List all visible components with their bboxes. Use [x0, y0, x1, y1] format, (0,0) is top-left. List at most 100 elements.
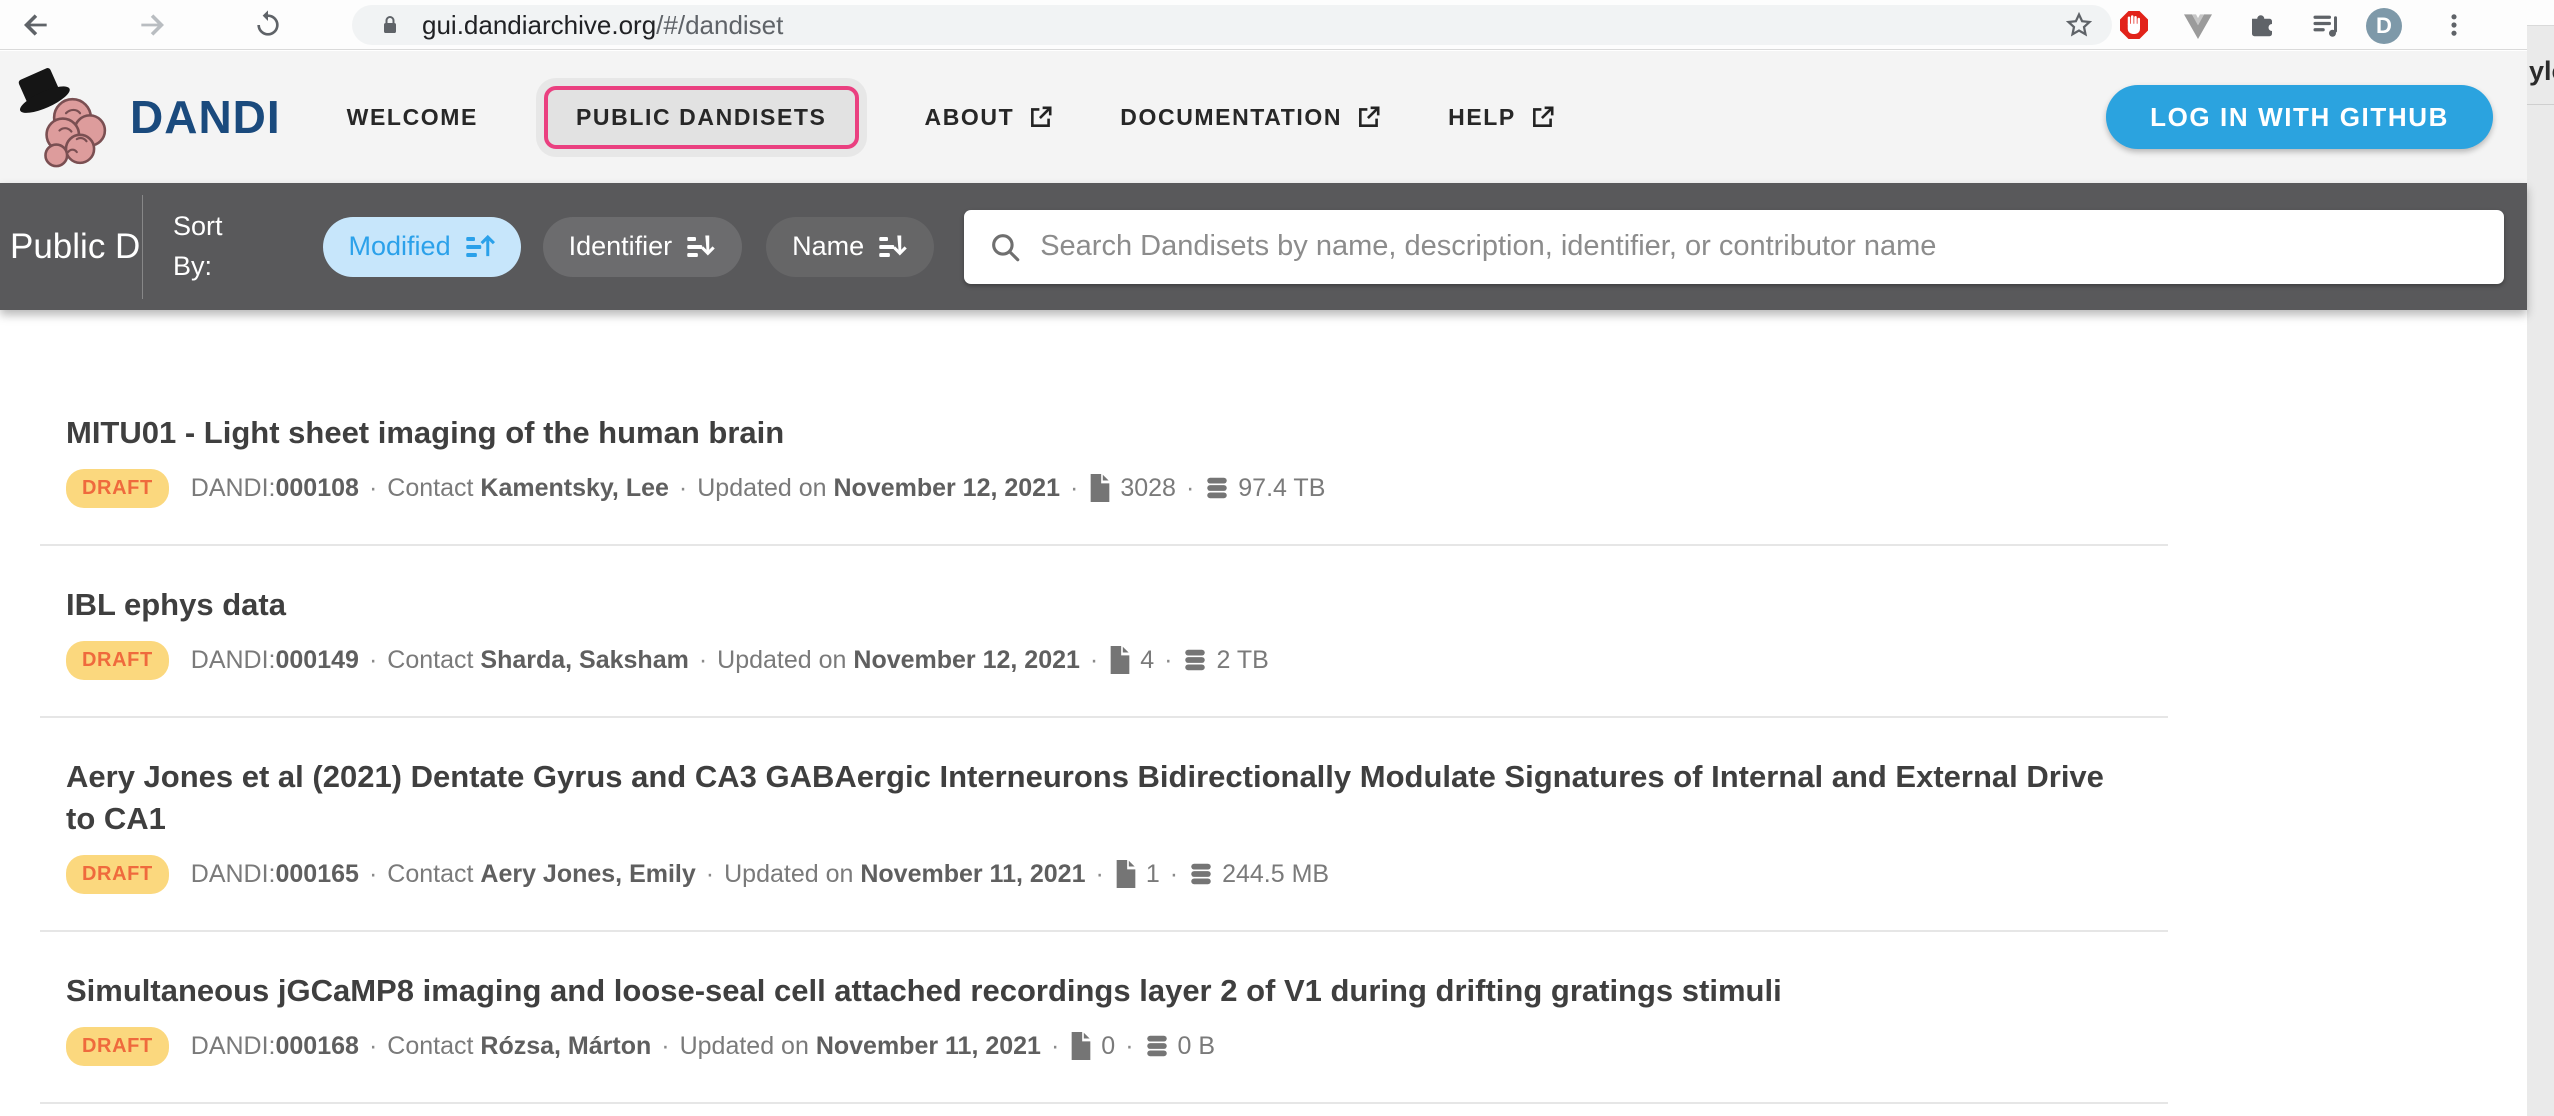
nav-label: DOCUMENTATION — [1120, 104, 1342, 131]
dandiset-title[interactable]: MITU01 - Light sheet imaging of the huma… — [66, 412, 2126, 454]
nav-item-help[interactable]: HELP — [1448, 104, 1556, 131]
kebab-menu-icon — [2440, 11, 2468, 39]
total-size: 244.5 MB — [1222, 860, 1329, 889]
dandiset-list: MITU01 - Light sheet imaging of the huma… — [40, 374, 2168, 1104]
dandiset-list-item: Aery Jones et al (2021) Dentate Gyrus an… — [40, 718, 2168, 932]
search-box — [964, 210, 2504, 284]
url-domain: gui.dandiarchive.org — [422, 10, 656, 40]
browser-menu-button[interactable] — [2436, 7, 2472, 43]
sort-chip-modified[interactable]: Modified — [323, 217, 521, 277]
nav-item-about[interactable]: ABOUT — [925, 104, 1055, 131]
site-header: DANDI WELCOME PUBLIC DANDISETS ABOUT DOC… — [0, 51, 2527, 183]
sort-chip-label: Identifier — [569, 231, 673, 262]
updated: Updated on November 11, 2021 — [680, 1032, 1041, 1061]
total-size: 97.4 TB — [1238, 474, 1325, 503]
contact: Contact Kamentsky, Lee — [387, 474, 669, 503]
separator-dot: · — [1051, 1032, 1059, 1061]
playlist-extension-button[interactable] — [2308, 7, 2344, 43]
adblock-stop-hand-icon — [2119, 10, 2149, 40]
sort-descending-icon — [878, 232, 908, 262]
separator-dot: · — [661, 1032, 669, 1061]
dandiset-list-item: MITU01 - Light sheet imaging of the huma… — [40, 374, 2168, 546]
brand-wordmark[interactable]: DANDI — [130, 90, 281, 144]
dandiset-title[interactable]: IBL ephys data — [66, 584, 2126, 626]
separator-dot: · — [369, 474, 377, 503]
file-count: 1 — [1146, 860, 1160, 889]
vue-logo-icon — [2182, 9, 2214, 41]
separator-dot: · — [679, 474, 687, 503]
background-window-top — [2527, 0, 2554, 26]
nav-item-public-dandisets[interactable]: PUBLIC DANDISETS — [544, 86, 859, 149]
sort-chip-identifier[interactable]: Identifier — [543, 217, 743, 277]
separator-dot: · — [369, 1032, 377, 1061]
extensions-button[interactable] — [2244, 7, 2280, 43]
nav-item-welcome[interactable]: WELCOME — [347, 104, 478, 131]
sort-by-label: Sort By: — [173, 207, 223, 285]
sort-chip-name[interactable]: Name — [766, 217, 934, 277]
separator-dot: · — [1125, 1032, 1133, 1061]
dandiset-id: DANDI:000108 — [191, 474, 359, 503]
total-size: 0 B — [1178, 1032, 1216, 1061]
address-bar[interactable]: gui.dandiarchive.org/#/dandiset — [352, 5, 2112, 45]
status-badge: DRAFT — [66, 855, 169, 894]
file-count-icon — [1114, 860, 1138, 888]
separator-dot: · — [1090, 646, 1098, 675]
login-with-github-button[interactable]: LOG IN WITH GITHUB — [2106, 85, 2493, 149]
separator-dot: · — [369, 860, 377, 889]
dandiset-title[interactable]: Simultaneous jGCaMP8 imaging and loose-s… — [66, 970, 2126, 1012]
separator-dot: · — [706, 860, 714, 889]
dandiset-meta: DRAFT DANDI:000108 · Contact Kamentsky, … — [66, 468, 2168, 508]
updated: Updated on November 11, 2021 — [724, 860, 1085, 889]
file-count: 0 — [1101, 1032, 1115, 1061]
file-count-icon — [1088, 474, 1112, 502]
page-title: Public D… — [10, 227, 140, 267]
contact: Contact Rózsa, Márton — [387, 1032, 651, 1061]
dandiset-list-item: Simultaneous jGCaMP8 imaging and loose-s… — [40, 932, 2168, 1104]
dandi-brain-logo — [12, 66, 120, 182]
back-icon — [20, 9, 52, 41]
dandiset-title[interactable]: Aery Jones et al (2021) Dentate Gyrus an… — [66, 756, 2126, 840]
background-window-divider — [2527, 104, 2554, 105]
forward-button[interactable] — [134, 7, 170, 43]
sort-chip-label: Name — [792, 231, 864, 262]
browser-profile-avatar[interactable]: D — [2366, 8, 2402, 44]
file-count: 4 — [1140, 646, 1154, 675]
playlist-music-icon — [2311, 10, 2341, 40]
vue-devtools-extension-button[interactable] — [2180, 7, 2216, 43]
back-button[interactable] — [18, 7, 54, 43]
forward-icon — [136, 9, 168, 41]
adblock-extension-button[interactable] — [2116, 7, 2152, 43]
size-icon — [1204, 475, 1230, 501]
sort-search-bar: Public D… Sort By: Modified Identifier — [0, 183, 2527, 310]
size-icon — [1182, 647, 1208, 673]
screen: ylog gui.dandiarchive.org/#/dandiset — [0, 0, 2554, 1116]
file-count: 3028 — [1120, 474, 1176, 503]
dandiset-meta: DRAFT DANDI:000149 · Contact Sharda, Sak… — [66, 640, 2168, 680]
size-icon — [1144, 1033, 1170, 1059]
reload-button[interactable] — [250, 7, 286, 43]
separator-dot: · — [1186, 474, 1194, 503]
updated: Updated on November 12, 2021 — [717, 646, 1080, 675]
nav-label: PUBLIC DANDISETS — [576, 104, 827, 131]
updated: Updated on November 12, 2021 — [697, 474, 1060, 503]
vertical-divider — [142, 195, 143, 299]
background-window-strip: ylog — [2526, 0, 2554, 1116]
size-icon — [1188, 861, 1214, 887]
separator-dot: · — [1170, 860, 1178, 889]
url-text: gui.dandiarchive.org/#/dandiset — [422, 10, 783, 41]
reload-icon — [252, 9, 284, 41]
browser-toolbar: gui.dandiarchive.org/#/dandiset — [0, 0, 2527, 50]
background-window-clipped-text: ylog — [2529, 56, 2554, 87]
external-link-icon — [1356, 104, 1382, 130]
dandiset-meta: DRAFT DANDI:000168 · Contact Rózsa, Márt… — [66, 1026, 2168, 1066]
puzzle-piece-icon — [2247, 10, 2277, 40]
star-icon — [2064, 10, 2094, 40]
status-badge: DRAFT — [66, 641, 169, 680]
bookmark-button[interactable] — [2064, 10, 2094, 40]
nav-label: HELP — [1448, 104, 1516, 131]
search-input[interactable] — [1040, 230, 2480, 263]
nav-item-documentation[interactable]: DOCUMENTATION — [1120, 104, 1382, 131]
dandiset-meta: DRAFT DANDI:000165 · Contact Aery Jones,… — [66, 854, 2168, 894]
lock-icon — [378, 13, 402, 37]
separator-dot: · — [369, 646, 377, 675]
